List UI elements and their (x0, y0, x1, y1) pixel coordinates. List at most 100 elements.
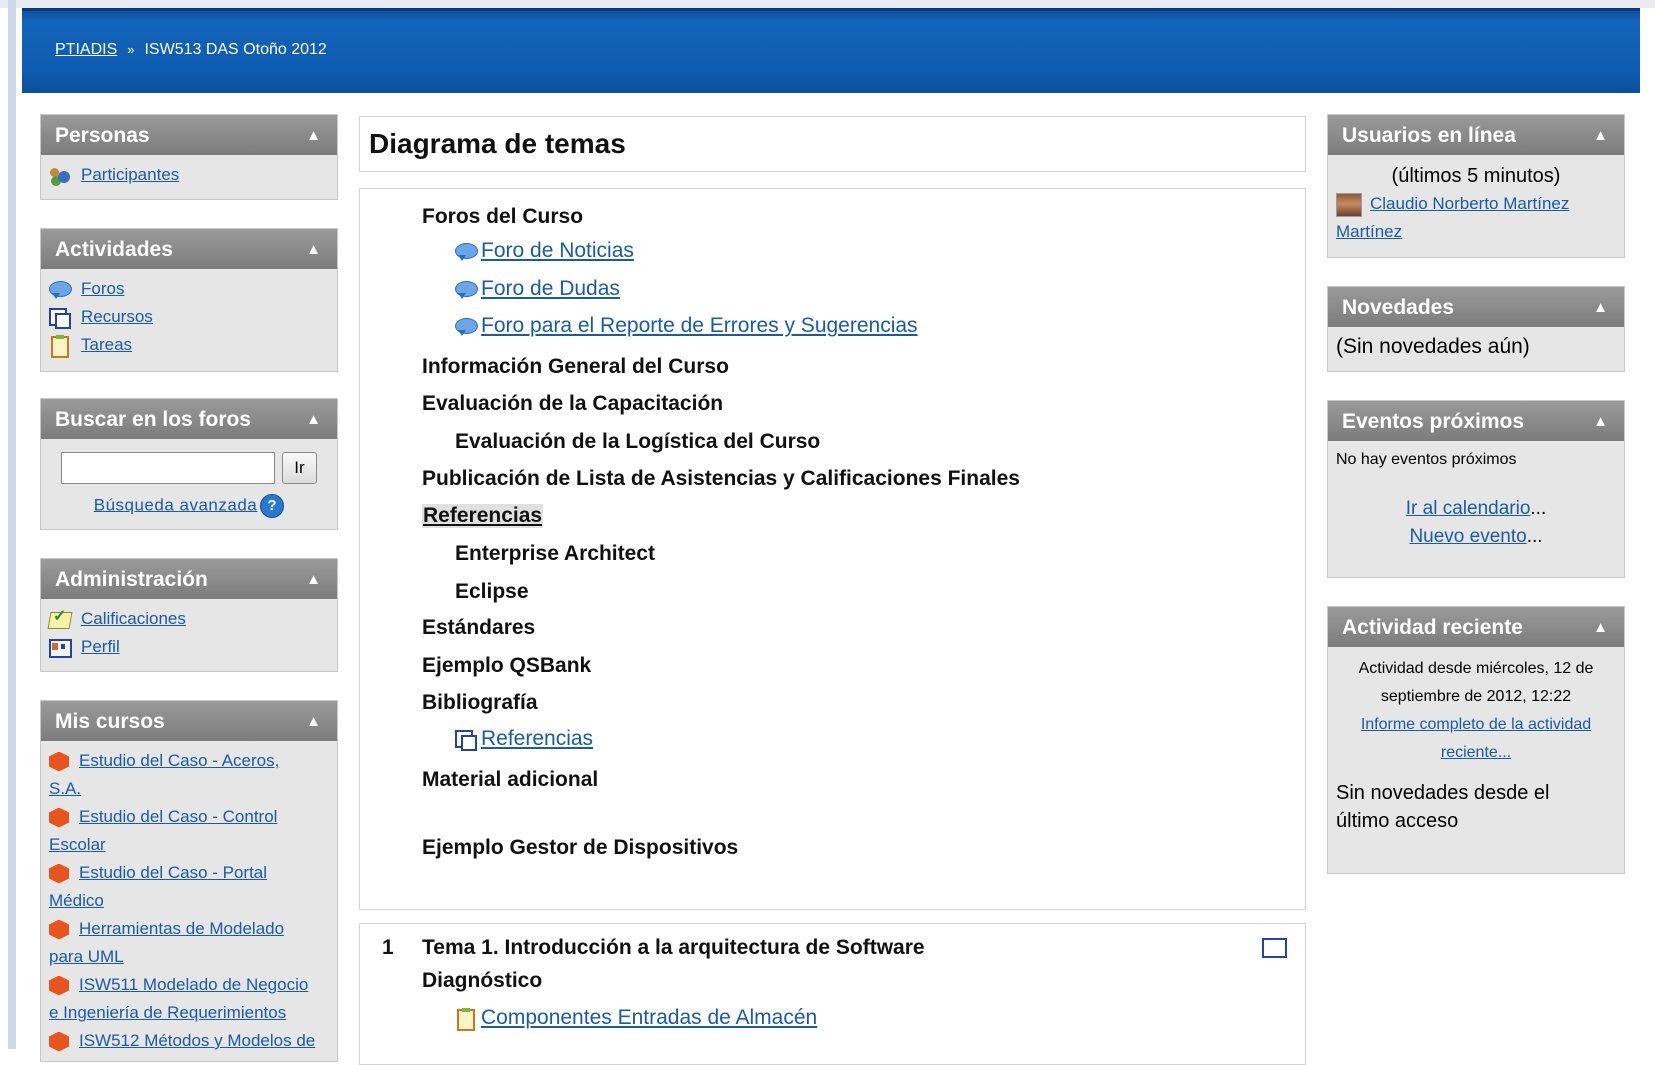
tareas-link[interactable]: Tareas (81, 335, 132, 355)
topic-heading: Foros del Curso (422, 205, 584, 228)
window-top-edge (0, 0, 1655, 8)
novedades-text: (Sin novedades aún) (1336, 335, 1530, 358)
block-buscar-foros: Buscar en los foros ▲ Ir Búsqueda avanzad… (40, 398, 338, 530)
ellipsis: ... (1530, 498, 1547, 519)
course-link[interactable]: Estudio del Caso - Control Escolar (49, 807, 277, 854)
collapse-icon[interactable]: ▲ (306, 399, 321, 441)
task-icon (455, 1008, 477, 1031)
course-item: Estudio del Caso - Portal Médico (49, 859, 329, 915)
no-news-note: Sin novedades desde el último acceso (1328, 767, 1624, 835)
block-eventos-header[interactable]: Eventos próximos ▲ (1328, 401, 1624, 441)
referencias-resource-link[interactable]: Referencias (481, 727, 593, 751)
block-novedades: Novedades ▲ (Sin novedades aún) (1327, 286, 1625, 372)
collapse-icon[interactable]: ▲ (306, 229, 321, 271)
foro-noticias-link[interactable]: Foro de Noticias (481, 239, 634, 263)
calendar-link[interactable]: Ir al calendario (1406, 498, 1531, 519)
topic-link-row: Componentes Entradas de Almacén (455, 1006, 817, 1031)
online-user-link[interactable]: Claudio Norberto Martínez Martínez (1336, 194, 1569, 241)
block-actividades-header[interactable]: Actividades ▲ (41, 229, 337, 269)
grades-icon (49, 606, 71, 629)
block-buscar-header[interactable]: Buscar en los foros ▲ (41, 399, 337, 439)
course-icon (49, 808, 69, 828)
breadcrumb-current: ISW513 DAS Otoño 2012 (144, 41, 327, 58)
block-novedades-header[interactable]: Novedades ▲ (1328, 287, 1624, 327)
collapse-icon[interactable]: ▲ (306, 701, 321, 743)
course-icon (49, 752, 69, 772)
topic-heading: Bibliografía (422, 691, 538, 714)
advanced-search-row: Búsqueda avanzada? (41, 494, 337, 518)
block-administracion-title: Administración (55, 568, 208, 591)
online-user-row: Claudio Norberto Martínez Martínez (1328, 188, 1624, 246)
collapse-icon[interactable]: ▲ (1593, 115, 1608, 157)
full-activity-report-link[interactable]: Informe completo de la actividad reciente… (1361, 716, 1591, 761)
collapse-icon[interactable]: ▲ (306, 115, 321, 157)
chat-icon (455, 279, 478, 299)
breadcrumb: PTIADIS » ISW513 DAS Otoño 2012 (55, 41, 327, 59)
foro-errores-link[interactable]: Foro para el Reporte de Errores y Sugere… (481, 314, 918, 338)
breadcrumb-home-link[interactable]: PTIADIS (55, 41, 117, 58)
course-link[interactable]: ISW511 Modelado de Negocio e Ingeniería d… (49, 975, 308, 1022)
componentes-link[interactable]: Componentes Entradas de Almacén (481, 1006, 817, 1030)
collapse-icon[interactable]: ▲ (1593, 401, 1608, 443)
course-link[interactable]: Estudio del Caso - Portal Médico (49, 863, 267, 910)
calificaciones-link[interactable]: Calificaciones (81, 609, 186, 629)
topic-heading: Estándares (422, 616, 536, 639)
block-eventos-title: Eventos próximos (1342, 410, 1525, 433)
topic-heading: Ejemplo QSBank (422, 654, 592, 677)
perfil-link[interactable]: Perfil (81, 637, 120, 657)
ellipsis: ... (1526, 526, 1543, 547)
course-icon (49, 976, 69, 996)
advanced-search-link[interactable]: Búsqueda avanzada (94, 495, 258, 514)
course-item: Estudio del Caso - Aceros, S.A. (49, 747, 329, 803)
collapse-icon[interactable]: ▲ (306, 559, 321, 601)
course-item: ISW512 Métodos y Modelos de (49, 1027, 329, 1055)
block-mis-cursos-title: Mis cursos (55, 710, 165, 733)
topic-heading: Material adicional (422, 768, 599, 791)
topic-link-row: Foro de Noticias (455, 239, 634, 263)
block-buscar-title: Buscar en los foros (55, 408, 252, 431)
block-novedades-title: Novedades (1342, 296, 1455, 319)
block-administracion: Administración ▲ Calificaciones Perfil (40, 558, 338, 672)
recursos-link[interactable]: Recursos (81, 307, 153, 327)
block-mis-cursos-header[interactable]: Mis cursos ▲ (41, 701, 337, 741)
help-icon[interactable]: ? (260, 494, 285, 518)
topic-heading: Eclipse (455, 580, 529, 603)
topic-heading: Publicación de Lista de Asistencias y Ca… (422, 467, 1020, 490)
show-only-topic-icon[interactable] (1262, 938, 1287, 958)
resource-icon (455, 729, 477, 751)
new-event-link[interactable]: Nuevo evento (1409, 526, 1526, 547)
topic-link-row: Foro para el Reporte de Errores y Sugere… (455, 314, 918, 338)
task-icon (49, 335, 71, 358)
topic-link-row: Referencias (455, 727, 593, 751)
section-title: Tema 1. Introducción a la arquitectura d… (422, 936, 925, 959)
block-actividad-reciente: Actividad reciente ▲ Actividad desde miér… (1327, 606, 1625, 874)
block-personas: Personas ▲ Participantes (40, 114, 338, 200)
course-icon (49, 864, 69, 884)
block-personas-header[interactable]: Personas ▲ (41, 115, 337, 155)
topic-heading: Diagnóstico (422, 969, 543, 992)
participantes-link[interactable]: Participantes (81, 165, 179, 185)
course-link[interactable]: Estudio del Caso - Aceros, S.A. (49, 751, 279, 798)
block-usuarios-title: Usuarios en línea (1342, 124, 1516, 147)
forum-search-input[interactable] (61, 452, 275, 484)
block-mis-cursos: Mis cursos ▲ Estudio del Caso - Aceros, S.… (40, 700, 338, 1062)
activity-since-line2: septiembre de 2012, 12:22 (1380, 688, 1572, 705)
topic-heading-highlighted[interactable]: Referencias (422, 504, 544, 528)
collapse-icon[interactable]: ▲ (1593, 607, 1608, 649)
block-actividad-header[interactable]: Actividad reciente ▲ (1328, 607, 1624, 647)
foros-link[interactable]: Foros (81, 279, 124, 299)
collapse-icon[interactable]: ▲ (1593, 287, 1608, 329)
foro-dudas-link[interactable]: Foro de Dudas (481, 277, 620, 301)
topic-link-row: Foro de Dudas (455, 277, 620, 301)
course-link[interactable]: ISW512 Métodos y Modelos de (79, 1031, 315, 1050)
course-item: Herramientas de Modelado para UML (49, 915, 329, 971)
search-go-button[interactable]: Ir (282, 452, 317, 484)
people-icon (49, 165, 71, 185)
block-usuarios-header[interactable]: Usuarios en línea ▲ (1328, 115, 1624, 155)
block-administracion-header[interactable]: Administración ▲ (41, 559, 337, 599)
event-links: Ir al calendario... Nuevo evento... (1328, 495, 1624, 551)
breadcrumb-separator: » (127, 42, 135, 57)
section-0: Foros del Curso Foro de Noticias Foro de… (359, 188, 1306, 910)
topic-heading: Enterprise Architect (455, 542, 655, 565)
course-link[interactable]: Herramientas de Modelado para UML (49, 919, 284, 966)
